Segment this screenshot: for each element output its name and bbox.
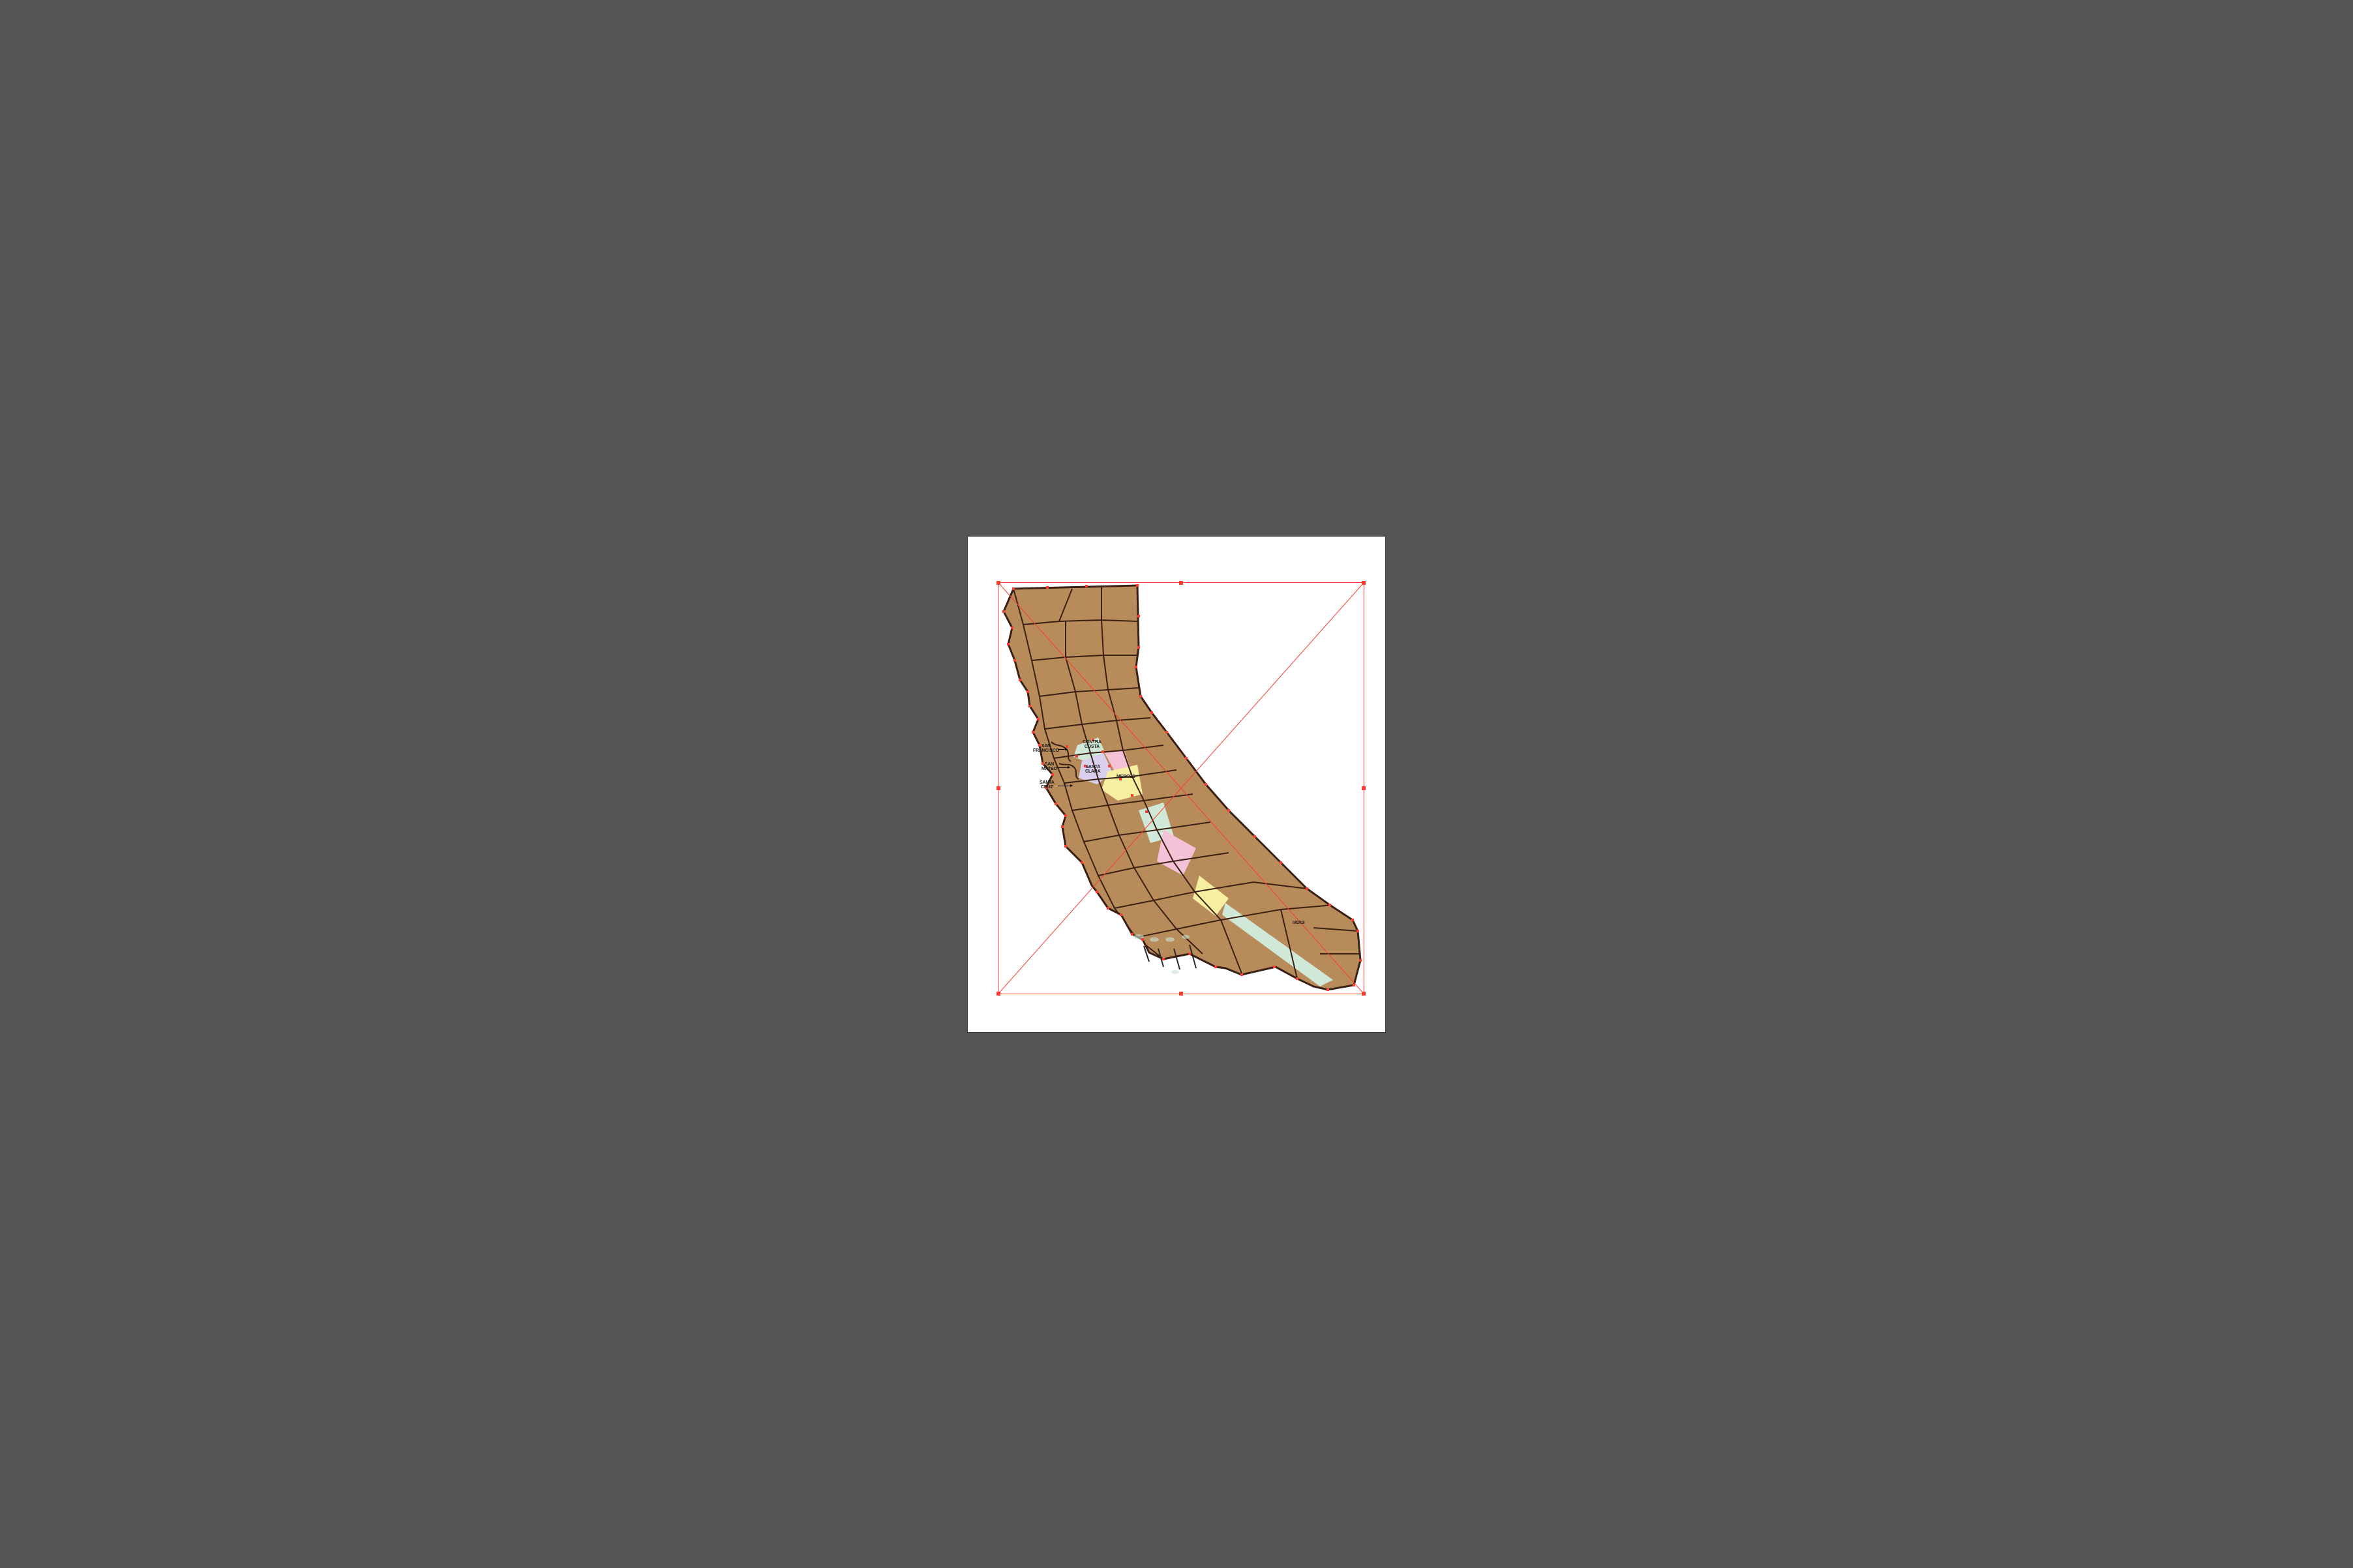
arrow-san-mateo	[1058, 767, 1070, 768]
arrow-san-francisco	[1058, 749, 1067, 750]
california-map[interactable]	[968, 537, 1385, 1032]
artboard[interactable]: SAN FRANCISCO SAN MATEO SANTA CRUZ CONTR…	[968, 537, 1385, 1032]
canvas-stage: SAN FRANCISCO SAN MATEO SANTA CRUZ CONTR…	[0, 0, 2353, 1568]
